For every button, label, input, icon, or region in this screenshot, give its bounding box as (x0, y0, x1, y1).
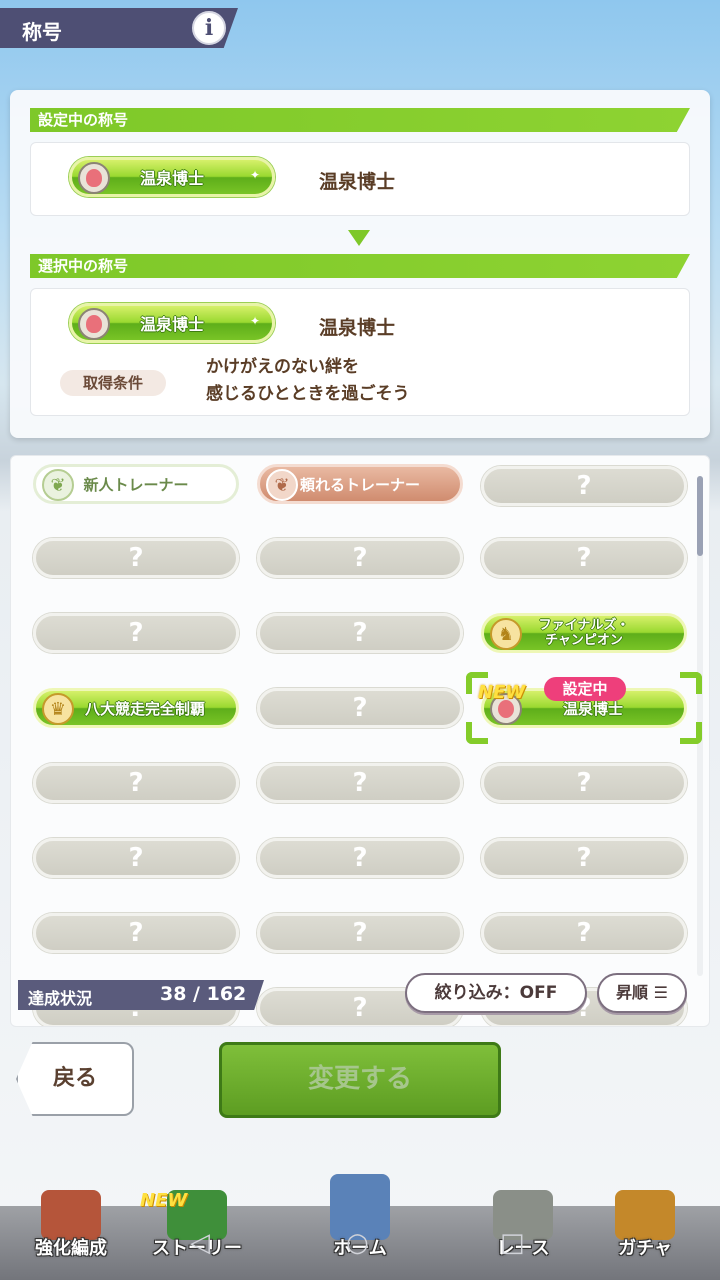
condition-label: 取得条件 (60, 370, 166, 396)
locked-title-slot[interactable]: ? (33, 838, 239, 878)
locked-title-slot[interactable]: ? (257, 538, 463, 578)
nav-new-badge: NEW (140, 1190, 188, 1211)
change-button[interactable]: 変更する (219, 1042, 501, 1118)
current-title-badge: 温泉博士 ✦ (69, 157, 275, 197)
current-title-name: 温泉博士 (319, 171, 396, 193)
selected-title-badge: 温泉博士 ✦ (69, 303, 275, 343)
condition-text: かけがえのない絆を 感じるひとときを過ごそう (206, 354, 410, 408)
trophy-icon: ♛ (42, 693, 74, 725)
locked-title-slot[interactable]: ? (481, 913, 687, 953)
locked-title-slot[interactable]: ? (257, 913, 463, 953)
title-chip-label: 新人トレーナー (83, 475, 189, 494)
selection-corner (680, 722, 702, 744)
locked-title-slot[interactable]: ? (33, 538, 239, 578)
title-chip-reliable-trainer[interactable]: ❦ 頼れるトレーナー (257, 464, 463, 504)
current-title-box: 温泉博士 ✦ 温泉博士 (30, 142, 690, 216)
selection-corner (466, 722, 488, 744)
new-badge: NEW (478, 682, 526, 703)
title-chip-label: ファイナルズ・ チャンピオン (539, 618, 630, 648)
title-chip-line: ファイナルズ・ (538, 618, 630, 633)
filter-button[interactable]: 絞り込み：OFF (405, 973, 587, 1013)
info-button[interactable]: i (192, 11, 226, 45)
scrollbar-thumb[interactable] (697, 476, 703, 556)
laurel-icon: ❦ (266, 469, 298, 501)
down-arrow-icon (348, 230, 370, 246)
condition-line: 感じるひとときを過ごそう (206, 384, 410, 404)
achievement-progress: 達成状況 38 / 162 (18, 980, 264, 1010)
locked-title-slot[interactable]: ? (481, 763, 687, 803)
sort-button[interactable]: 昇順 ☰ (597, 973, 687, 1013)
title-chip-line: チャンピオン (545, 633, 623, 648)
title-list[interactable]: ❦ 新人トレーナー ❦ 頼れるトレーナー ? ? ? ? ? ? ♞ ファイナル… (10, 455, 710, 1027)
locked-title-slot[interactable]: ? (257, 763, 463, 803)
system-recents-icon[interactable]: □ (500, 1228, 525, 1258)
onsen-icon (78, 162, 110, 194)
current-title-header: 設定中の称号 (30, 108, 690, 132)
sparkle-icon: ✦ (249, 314, 260, 328)
selection-corner (680, 672, 702, 694)
title-chip-eight-race[interactable]: ♛ 八大競走完全制覇 (33, 688, 239, 728)
locked-title-slot[interactable]: ? (481, 466, 687, 506)
back-button[interactable]: 戻る (16, 1042, 134, 1116)
locked-title-slot[interactable]: ? (257, 613, 463, 653)
condition-line: かけがえのない絆を (206, 357, 359, 377)
sort-icon: ☰ (648, 983, 668, 1002)
onsen-icon (78, 308, 110, 340)
system-home-icon[interactable]: ○ (346, 1228, 369, 1258)
locked-title-slot[interactable]: ? (257, 688, 463, 728)
title-chip-label: 八大競走完全制覇 (84, 699, 205, 718)
horse-trophy-icon: ♞ (490, 618, 522, 650)
system-nav: ◁ ○ □ (0, 1228, 720, 1258)
page-title: 称号 (22, 20, 62, 44)
current-title-badge-label: 温泉博士 (139, 169, 204, 188)
progress-value: 38 / 162 (160, 983, 247, 1005)
locked-title-slot[interactable]: ? (33, 913, 239, 953)
title-chip-label: 頼れるトレーナー (299, 475, 420, 494)
locked-title-slot[interactable]: ? (481, 538, 687, 578)
locked-title-slot[interactable]: ? (33, 763, 239, 803)
sort-label: 昇順 (616, 983, 649, 1002)
locked-title-slot[interactable]: ? (257, 838, 463, 878)
selected-title-badge-label: 温泉博士 (139, 315, 204, 334)
locked-title-slot[interactable]: ? (481, 838, 687, 878)
title-chip-finals-champion[interactable]: ♞ ファイナルズ・ チャンピオン (481, 613, 687, 653)
sparkle-icon: ✦ (249, 168, 260, 182)
setting-badge: 設定中 (544, 677, 626, 701)
selected-title-name: 温泉博士 (319, 317, 396, 339)
laurel-icon: ❦ (42, 469, 74, 501)
title-detail-panel: 設定中の称号 温泉博士 ✦ 温泉博士 選択中の称号 温泉博士 ✦ 温泉博士 取得… (10, 90, 710, 438)
title-chip-new-trainer[interactable]: ❦ 新人トレーナー (33, 464, 239, 504)
selected-title-header: 選択中の称号 (30, 254, 690, 278)
progress-label: 達成状況 (28, 989, 93, 1008)
locked-title-slot[interactable]: ? (33, 613, 239, 653)
system-back-icon[interactable]: ◁ (190, 1228, 210, 1258)
